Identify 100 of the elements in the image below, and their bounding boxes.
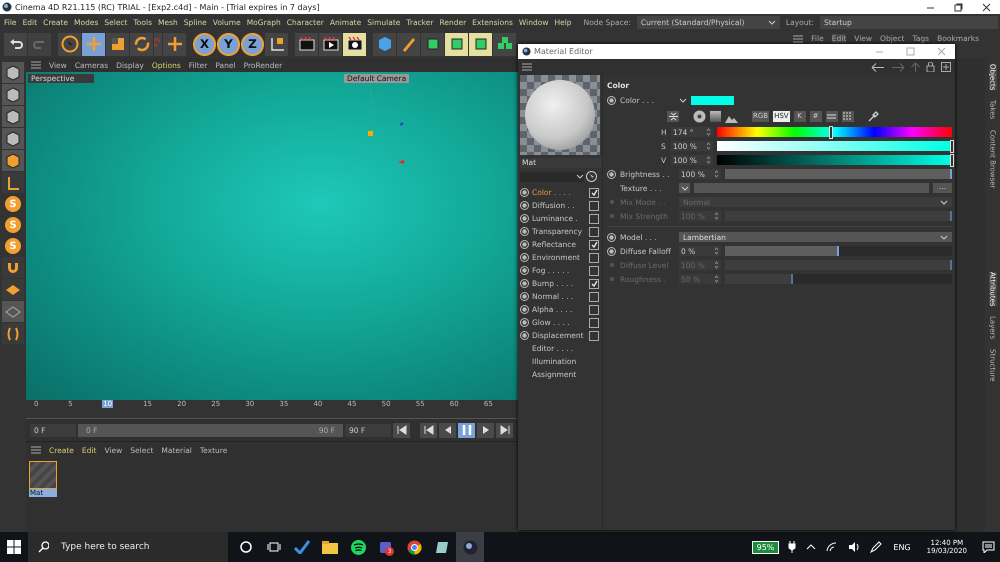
spinner-arrows-icon[interactable]	[714, 170, 719, 178]
spinner-arrows-icon[interactable]	[714, 212, 719, 220]
caret-icon[interactable]	[680, 186, 688, 190]
slider-thumb[interactable]	[828, 126, 832, 139]
channel-checkbox[interactable]	[589, 200, 599, 210]
color-swatch[interactable]	[691, 96, 734, 104]
channel-checkbox[interactable]	[589, 214, 599, 224]
coordinate-system-icon[interactable]	[265, 32, 288, 56]
channel-checkbox[interactable]	[589, 240, 599, 250]
caret-icon[interactable]	[940, 234, 948, 240]
plug-icon[interactable]	[788, 541, 796, 553]
magnet-icon[interactable]	[2, 257, 24, 278]
swatch-grid-icon[interactable]	[842, 110, 854, 122]
spinner-arrows-icon[interactable]	[714, 275, 719, 283]
menu-icon[interactable]	[31, 61, 41, 69]
clapper-play-icon[interactable]	[319, 32, 342, 56]
slider-track[interactable]	[725, 211, 952, 221]
slider-thumb[interactable]	[950, 140, 954, 153]
grid-plane-icon[interactable]	[2, 279, 24, 300]
taskbar-search-field[interactable]: Type here to search	[28, 532, 228, 562]
pointer-circle-icon[interactable]	[586, 171, 597, 182]
slider-track[interactable]	[725, 260, 952, 270]
menu-icon[interactable]	[522, 63, 532, 71]
caret-icon[interactable]	[576, 174, 584, 179]
pen-icon[interactable]	[397, 32, 420, 56]
spinner-arrows-icon[interactable]	[706, 128, 711, 136]
speaker-icon[interactable]	[848, 542, 860, 552]
spinner-arrows-icon[interactable]	[706, 142, 711, 150]
brace-icon[interactable]	[2, 323, 24, 344]
spinner-arrows-icon[interactable]	[714, 261, 719, 269]
framed-cube-icon[interactable]	[445, 32, 468, 56]
cinema-logo-icon[interactable]	[456, 532, 484, 562]
menu-icon[interactable]	[793, 34, 804, 42]
wifi-icon[interactable]	[826, 542, 838, 552]
channel-checkbox[interactable]	[589, 304, 599, 314]
collapse-icon[interactable]	[667, 110, 679, 122]
menu-icon[interactable]	[31, 446, 41, 454]
caret-icon[interactable]	[679, 98, 687, 102]
axis-lock-button[interactable]: Y	[217, 32, 240, 56]
notification-icon[interactable]	[982, 541, 995, 553]
texture-dropdown[interactable]	[679, 183, 690, 193]
cube-cluster-icon[interactable]	[493, 32, 516, 56]
spinner-arrows-icon[interactable]	[714, 247, 719, 255]
corner-icon[interactable]	[2, 172, 24, 193]
grid-plane-icon[interactable]	[2, 301, 24, 322]
pause-icon[interactable]	[458, 422, 475, 438]
battery-indicator[interactable]: 95%	[752, 540, 780, 554]
go-to-end-icon[interactable]	[496, 422, 513, 438]
cube-icon[interactable]	[373, 32, 396, 56]
back-arrow-icon[interactable]	[871, 62, 885, 72]
clapper-gear-icon[interactable]	[343, 32, 366, 56]
search-input[interactable]: Type here to search	[59, 541, 228, 553]
previous-key-icon[interactable]	[420, 422, 437, 438]
color-slider-track[interactable]	[717, 155, 952, 165]
channel-checkbox[interactable]	[589, 292, 599, 302]
go-to-start-icon[interactable]	[393, 422, 410, 438]
caret-icon[interactable]	[940, 200, 948, 204]
language-indicator[interactable]: ENG	[893, 542, 911, 552]
step-forward-icon[interactable]	[477, 422, 494, 438]
channel-checkbox[interactable]	[589, 226, 599, 236]
gradient-square-icon[interactable]	[710, 110, 721, 122]
slider-track[interactable]	[725, 274, 952, 284]
channel-checkbox[interactable]	[589, 252, 599, 262]
channel-checkbox[interactable]	[589, 318, 599, 328]
material-thumbnail[interactable]	[29, 461, 57, 489]
channel-checkbox[interactable]	[589, 266, 599, 276]
lock-icon[interactable]	[926, 62, 935, 72]
sliders-icon[interactable]	[826, 110, 838, 122]
eyedropper-icon[interactable]	[868, 110, 880, 122]
cube-solid-icon[interactable]	[2, 150, 24, 171]
texture-field[interactable]	[694, 183, 929, 193]
select-cursor-icon[interactable]	[58, 32, 81, 56]
scale-square-icon[interactable]	[106, 32, 129, 56]
spinner-arrows-icon[interactable]	[706, 156, 711, 164]
animation-radio-icon[interactable]	[607, 96, 616, 104]
channel-checkbox[interactable]	[589, 188, 599, 198]
new-panel-icon[interactable]	[941, 62, 951, 72]
channel-checkbox[interactable]	[589, 330, 599, 340]
slider-thumb[interactable]	[950, 154, 954, 167]
slider-track[interactable]	[725, 169, 952, 179]
pen-icon[interactable]	[870, 541, 882, 553]
color-slider-track[interactable]	[717, 141, 952, 151]
clapper-icon[interactable]	[295, 32, 318, 56]
animation-radio-icon[interactable]	[607, 170, 616, 178]
color-wheel-icon[interactable]	[693, 110, 706, 122]
color-slider-track[interactable]	[717, 127, 952, 137]
world-axis-icon[interactable]	[163, 32, 186, 56]
step-back-icon[interactable]	[439, 422, 456, 438]
slider-track[interactable]	[725, 246, 952, 256]
caret-icon[interactable]	[768, 20, 776, 24]
cube-node-icon[interactable]	[421, 32, 444, 56]
chevron-up-icon[interactable]	[806, 544, 816, 550]
axis-lock-button[interactable]: X	[193, 32, 216, 56]
close-icon[interactable]	[982, 2, 990, 12]
undo-icon[interactable]	[4, 32, 27, 56]
channel-checkbox[interactable]	[589, 278, 599, 288]
move-arrows-icon[interactable]	[82, 32, 105, 56]
cube-icon[interactable]	[2, 62, 24, 83]
axis-lock-button[interactable]: Z	[241, 32, 264, 56]
restore-icon[interactable]	[954, 2, 962, 12]
